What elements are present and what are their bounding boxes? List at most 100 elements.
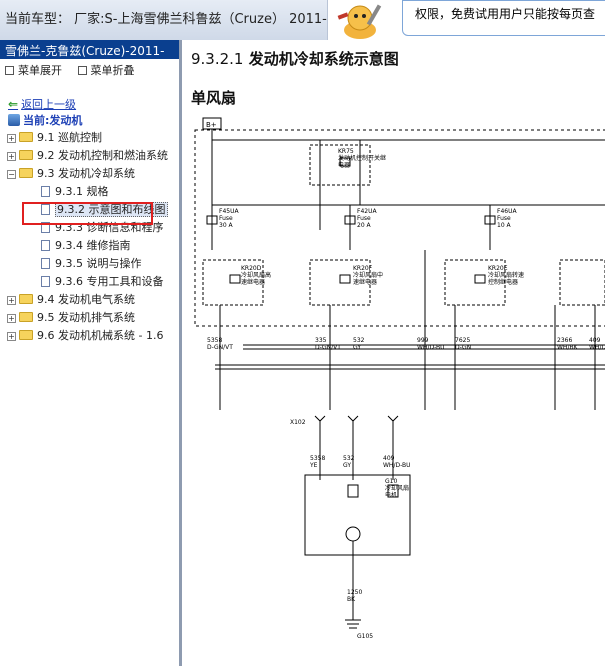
svg-text:G105: G105: [357, 633, 373, 640]
motor-icon: [345, 526, 361, 542]
svg-text:F45UA: F45UA: [219, 208, 239, 215]
sidebar-title: 雪佛兰-克鲁兹(Cruze)-2011-: [0, 40, 179, 59]
svg-text:D-GN: D-GN: [455, 344, 471, 351]
svg-text:冷却风扇: 冷却风扇: [385, 484, 409, 492]
svg-text:5358: 5358: [310, 455, 325, 462]
top-bar: 当前车型： 厂家:S-上海雪佛兰科鲁兹（Cruze） 2011- 权限，免费试用…: [0, 0, 605, 40]
tree-leaf-9-3-6[interactable]: 9.3.6 专用工具和设备: [7, 273, 179, 291]
svg-text:999: 999: [417, 337, 429, 344]
svg-text:5358: 5358: [207, 337, 222, 344]
sidebar-toolbar: 菜单展开 菜单折叠: [0, 59, 179, 79]
svg-text:409: 409: [383, 455, 395, 462]
svg-text:电器: 电器: [338, 161, 350, 169]
svg-text:BK: BK: [347, 596, 356, 603]
folder-icon: [19, 294, 33, 304]
expand-toggle-icon[interactable]: +: [7, 332, 16, 341]
tree-node-9-2[interactable]: +9.2 发动机控制和燃油系统: [7, 147, 179, 165]
tree-leaf-9-3-5[interactable]: 9.3.5 说明与操作: [7, 255, 179, 273]
svg-text:GY: GY: [353, 344, 361, 351]
svg-text:冷却风扇高: 冷却风扇高: [241, 271, 271, 279]
expand-toggle-icon[interactable]: +: [7, 296, 16, 305]
svg-text:KR20E: KR20E: [488, 265, 508, 272]
collapse-toggle-icon[interactable]: −: [7, 170, 16, 179]
menu-tree: +9.1 巡航控制 +9.2 发动机控制和燃油系统 −9.3 发动机冷却系统 9…: [7, 129, 179, 345]
selection-highlight-box: [22, 202, 153, 225]
document-icon: [41, 258, 50, 269]
svg-text:KR75: KR75: [338, 148, 354, 155]
svg-text:335: 335: [315, 337, 327, 344]
tree-node-9-6[interactable]: +9.6 发动机机械系统 - 1.6: [7, 327, 179, 345]
svg-text:WH/BK: WH/BK: [557, 344, 579, 351]
svg-text:速继电器: 速继电器: [353, 278, 377, 286]
folder-icon: [19, 330, 33, 340]
svg-text:F46UA: F46UA: [497, 208, 517, 215]
document-icon: [41, 186, 50, 197]
engine-icon: [8, 114, 20, 126]
tree-node-9-1[interactable]: +9.1 巡航控制: [7, 129, 179, 147]
svg-text:电机: 电机: [385, 491, 397, 499]
svg-text:10 A: 10 A: [497, 222, 512, 229]
svg-text:Fuse: Fuse: [219, 215, 233, 222]
current-car-model: 当前车型： 厂家:S-上海雪佛兰科鲁兹（Cruze） 2011-: [0, 0, 328, 40]
svg-text:WH/D-BU: WH/D-BU: [383, 462, 411, 469]
svg-text:F42UA: F42UA: [357, 208, 377, 215]
svg-text:Fuse: Fuse: [497, 215, 511, 222]
expand-menu-button[interactable]: 菜单展开: [5, 64, 62, 77]
page-subtitle: 单风扇: [191, 89, 237, 107]
open-folder-icon: [19, 168, 33, 178]
svg-text:G10: G10: [385, 478, 397, 485]
document-icon: [41, 276, 50, 287]
svg-text:7625: 7625: [455, 337, 470, 344]
svg-text:532: 532: [343, 455, 355, 462]
back-arrow-icon: ⇐: [8, 97, 19, 111]
svg-text:30 A: 30 A: [219, 222, 234, 229]
collapse-menu-button[interactable]: 菜单折叠: [77, 64, 135, 77]
sidebar: 雪佛兰-克鲁兹(Cruze)-2011- 菜单展开 菜单折叠 ⇐ 返回上一级 当前…: [0, 40, 182, 666]
svg-text:1250: 1250: [347, 589, 362, 596]
svg-text:532: 532: [353, 337, 365, 344]
folder-icon: [19, 312, 33, 322]
tree-node-9-5[interactable]: +9.5 发动机排气系统: [7, 309, 179, 327]
back-link[interactable]: ⇐ 返回上一级: [8, 96, 76, 112]
svg-text:KR20F: KR20F: [353, 265, 373, 272]
permission-notice: 权限，免费试用用户只能按每页查: [402, 0, 605, 36]
svg-text:速继电器: 速继电器: [241, 278, 265, 286]
wiring-diagram: B+ KR75 发动机控制开关继 电器 F45UA Fuse 30 A F42U…: [194, 117, 605, 640]
svg-text:2366: 2366: [557, 337, 572, 344]
expand-icon: [5, 66, 14, 75]
expand-toggle-icon[interactable]: +: [7, 314, 16, 323]
svg-text:D-GN/VT: D-GN/VT: [207, 344, 233, 351]
svg-text:冷却风扇转速: 冷却风扇转速: [488, 271, 524, 279]
tree-leaf-9-3-4[interactable]: 9.3.4 维修指南: [7, 237, 179, 255]
current-location: 当前:发动机: [8, 112, 82, 128]
expand-toggle-icon[interactable]: +: [7, 152, 16, 161]
svg-text:WH/D-BU: WH/D-BU: [417, 344, 445, 351]
tree-node-9-4[interactable]: +9.4 发动机电气系统: [7, 291, 179, 309]
svg-text:D-GN/VT: D-GN/VT: [315, 344, 341, 351]
svg-text:控制继电器: 控制继电器: [488, 278, 518, 286]
svg-text:409: 409: [589, 337, 601, 344]
svg-text:X102: X102: [290, 419, 306, 426]
page-title: 9.3.2.1 发动机冷却系统示意图: [191, 50, 399, 68]
svg-text:GY: GY: [343, 462, 351, 469]
svg-text:YE: YE: [309, 462, 318, 469]
folder-icon: [19, 150, 33, 160]
document-icon: [41, 240, 50, 251]
svg-text:20 A: 20 A: [357, 222, 372, 229]
svg-text:Fuse: Fuse: [357, 215, 371, 222]
svg-text:WH/D-BU: WH/D-BU: [589, 344, 605, 351]
fuse-block-frame: [194, 129, 605, 327]
svg-text:冷却风扇中: 冷却风扇中: [353, 271, 383, 279]
svg-text:KR20D: KR20D: [241, 265, 262, 272]
content-panel: 9.3.2.1 发动机冷却系统示意图 单风扇 B+ KR75 发动机控制开关继 …: [185, 40, 605, 666]
collapse-icon: [77, 66, 87, 75]
svg-text:B+: B+: [206, 121, 217, 129]
mascot-icon: [330, 0, 400, 40]
tree-leaf-9-3-1[interactable]: 9.3.1 规格: [7, 183, 179, 201]
tree-node-9-3[interactable]: −9.3 发动机冷却系统: [7, 165, 179, 183]
ground-icon: [345, 619, 361, 629]
folder-icon: [19, 132, 33, 142]
app-window: 当前车型： 厂家:S-上海雪佛兰科鲁兹（Cruze） 2011- 权限，免费试用…: [0, 0, 605, 666]
svg-text:发动机控制开关继: 发动机控制开关继: [338, 154, 386, 162]
expand-toggle-icon[interactable]: +: [7, 134, 16, 143]
